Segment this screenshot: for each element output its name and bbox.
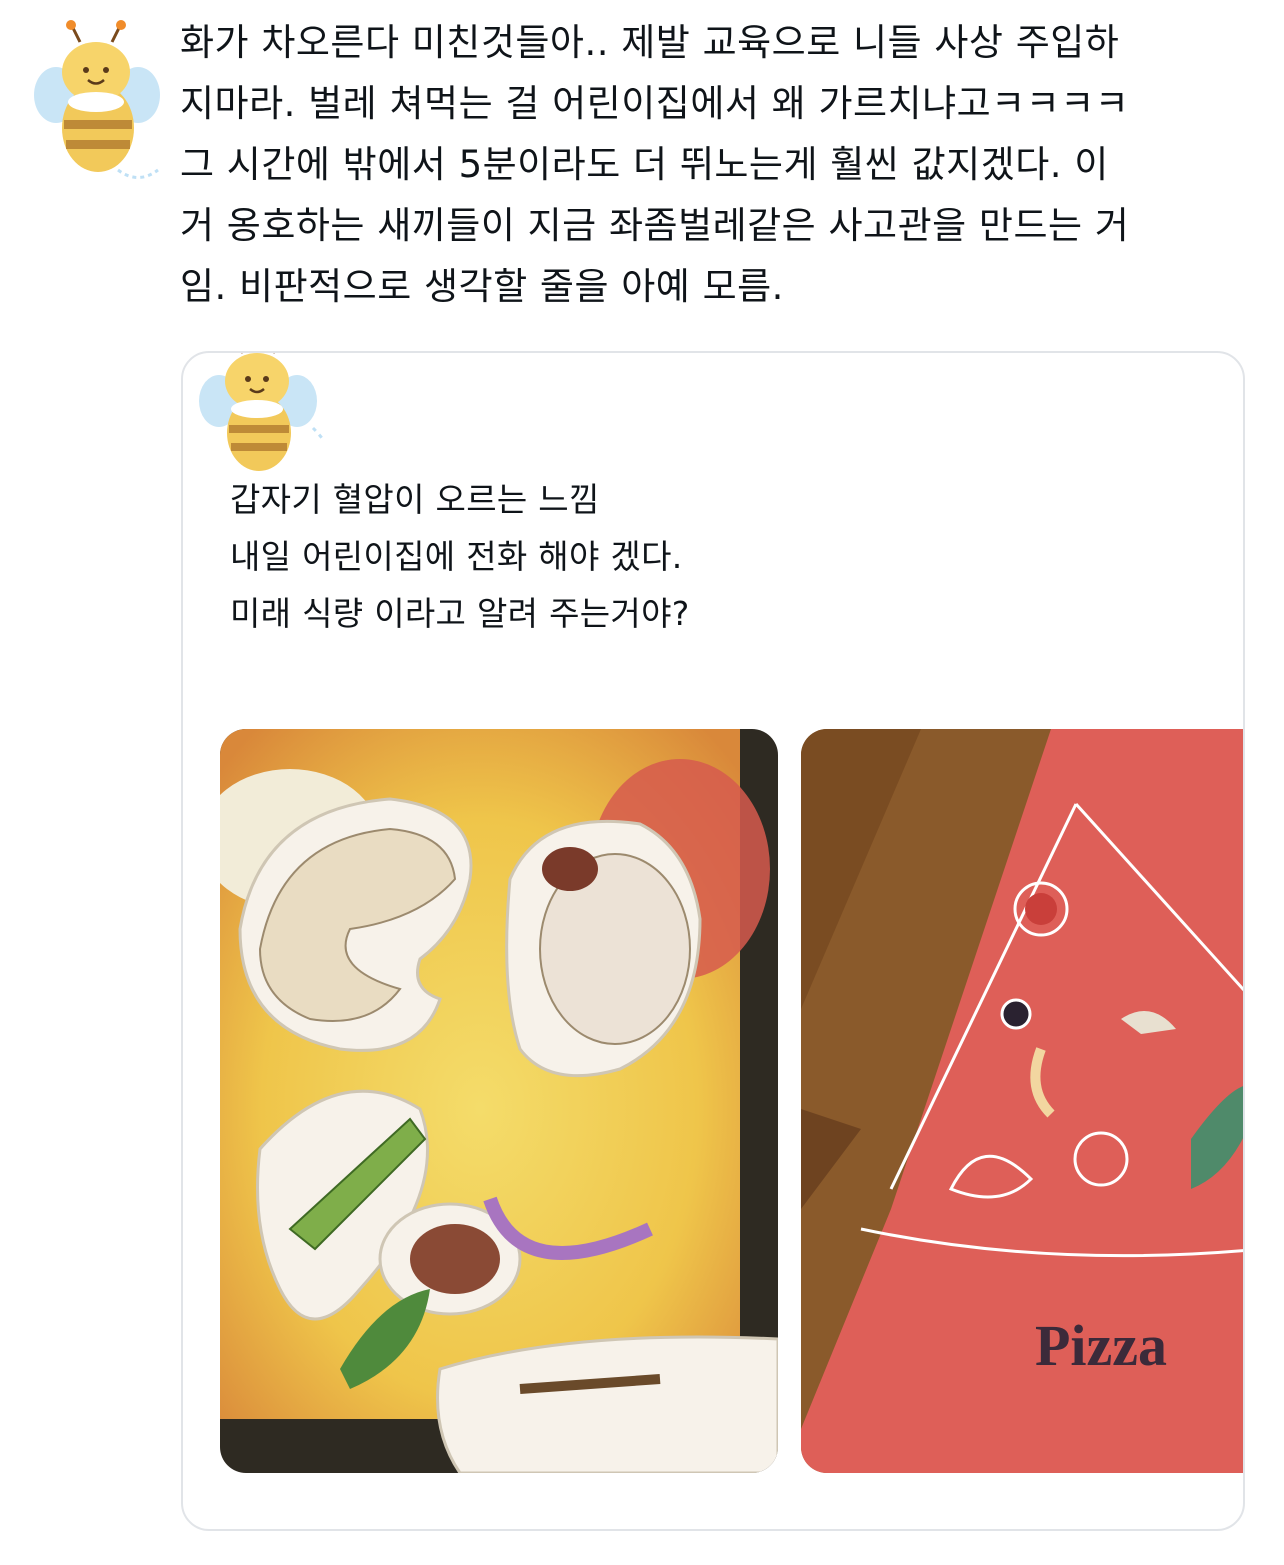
quoted-line: 미래 식량 이라고 알려 주는거야? (230, 594, 690, 633)
pizza-slice-photo[interactable]: Pizza (801, 729, 1243, 1473)
pizza-label: Pizza (1035, 1313, 1167, 1378)
quoted-line: 갑자기 혈압이 오르는 느낌 (230, 480, 600, 519)
quoted-line: 내일 어린이집에 전화 해야 겠다. (230, 537, 683, 576)
bee-avatar-icon[interactable] (28, 20, 163, 190)
bee-avatar-icon[interactable] (193, 353, 345, 483)
tweet-text: 화가 차오른다 미친것들아.. 제발 교육으로 니들 사상 주입하 지마라. 벌… (180, 21, 1130, 308)
quoted-tweet-card[interactable]: 갑자기 혈압이 오르는 느낌 내일 어린이집에 전화 해야 겠다. 미래 식량 … (181, 351, 1245, 1531)
insect-cards-photo[interactable] (220, 729, 778, 1473)
quoted-tweet-text: 갑자기 혈압이 오르는 느낌 내일 어린이집에 전화 해야 겠다. 미래 식량 … (230, 471, 1130, 642)
